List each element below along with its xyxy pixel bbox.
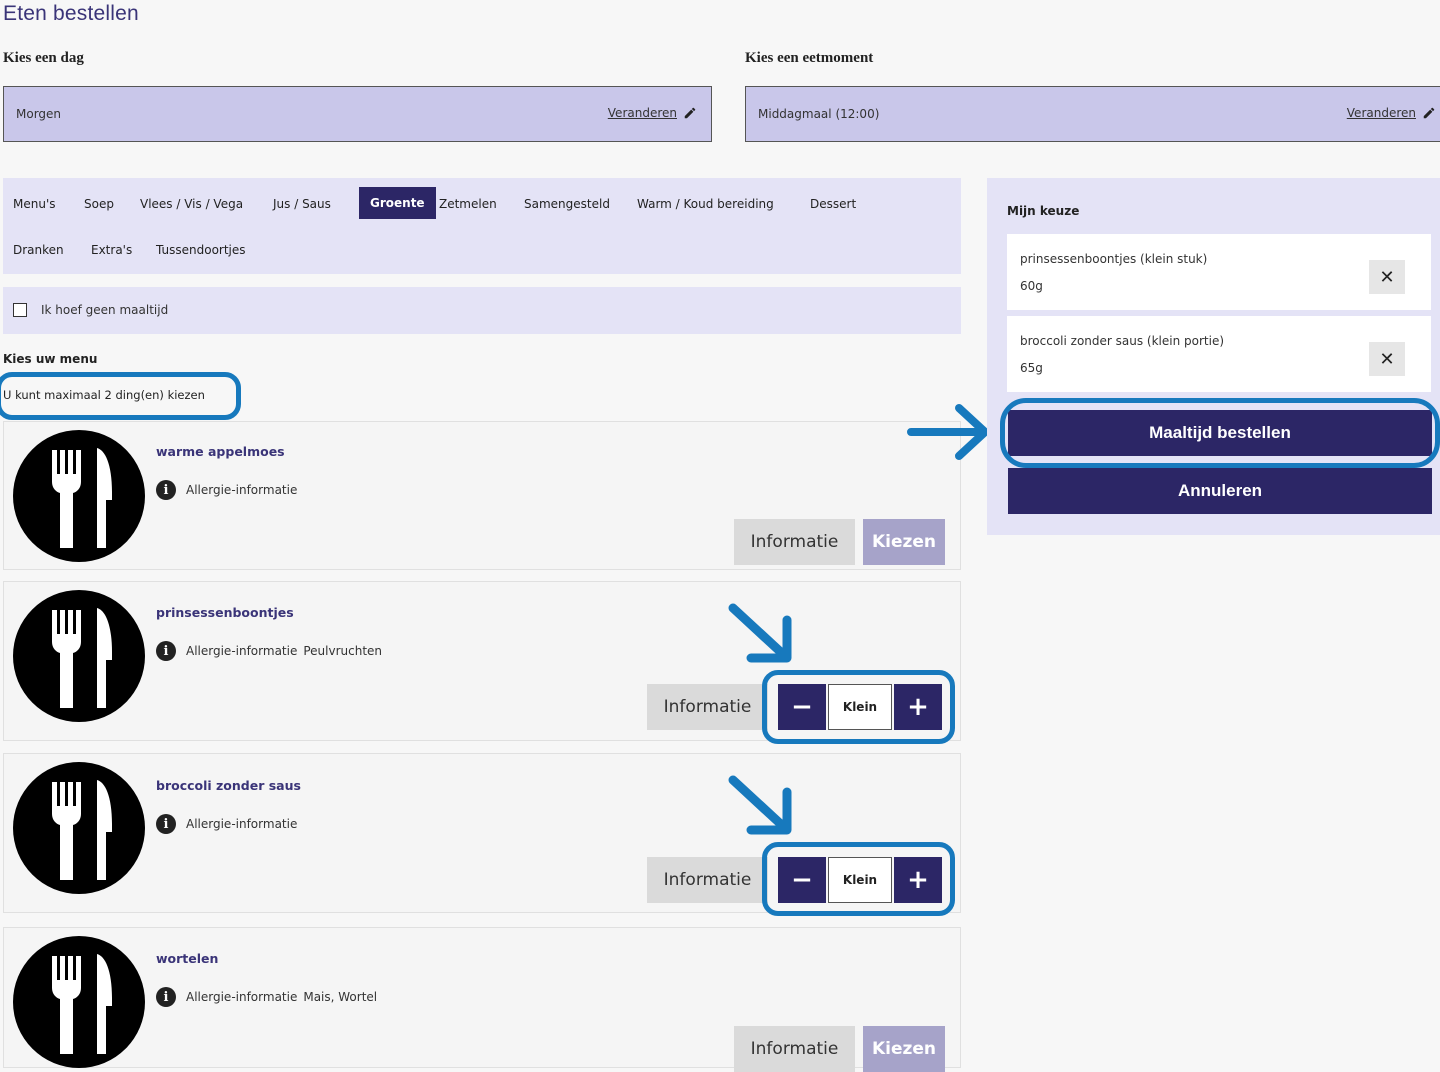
tab-extras[interactable]: Extra's [91,243,132,257]
allergy-row: i Allergie-informatie [156,480,297,500]
no-meal-checkbox[interactable] [13,303,27,317]
info-icon[interactable]: i [156,641,176,661]
moment-change-link[interactable]: Veranderen [1347,106,1436,120]
cutlery-icon [13,430,145,562]
choose-button[interactable]: Kiezen [863,519,945,565]
allergy-row: i Allergie-informatie Peulvruchten [156,641,382,661]
info-icon[interactable]: i [156,814,176,834]
highlight-order-button [1000,398,1440,468]
tab-menus[interactable]: Menu's [13,197,56,211]
allergy-row: i Allergie-informatie Mais, Wortel [156,987,377,1007]
info-icon[interactable]: i [156,480,176,500]
allergy-label: Allergie-informatie [186,483,298,497]
selected-item: prinsessenboontjes (klein stuk) 60g ✕ [1007,234,1431,310]
menu-item-card: warme appelmoes i Allergie-informatie In… [3,421,961,570]
cutlery-icon [13,762,145,894]
tab-dessert[interactable]: Dessert [810,197,856,211]
moment-value: Middagmaal (12:00) [758,107,880,121]
no-meal-label[interactable]: Ik hoef geen maaltijd [41,303,168,317]
day-change-label[interactable]: Veranderen [608,106,677,120]
item-name[interactable]: wortelen [156,951,218,966]
allergy-label: Allergie-informatie [186,817,298,831]
tab-vlees-vis-vega[interactable]: Vlees / Vis / Vega [140,197,243,211]
info-button[interactable]: Informatie [647,857,768,903]
allergy-tags: Peulvruchten [303,644,383,658]
tab-dranken[interactable]: Dranken [13,243,64,257]
tab-warm-koud[interactable]: Warm / Koud bereiding [637,197,774,211]
item-name[interactable]: prinsessenboontjes [156,605,294,620]
choose-button[interactable]: Kiezen [863,1026,945,1072]
category-tabs: Menu's Soep Vlees / Vis / Vega Jus / Sau… [3,178,961,274]
remove-icon[interactable]: ✕ [1369,342,1405,376]
moment-change-label[interactable]: Veranderen [1347,106,1416,120]
arrow-down-right-icon [728,775,792,835]
highlight-max-text [0,372,241,420]
pencil-icon [684,107,696,119]
item-name[interactable]: broccoli zonder saus [156,778,301,793]
cancel-button[interactable]: Annuleren [1008,468,1432,514]
selection-title: Mijn keuze [1007,204,1080,218]
menu-item-card: wortelen i Allergie-informatie Mais, Wor… [3,927,961,1072]
allergy-label: Allergie-informatie [186,990,298,1004]
tab-samengesteld[interactable]: Samengesteld [524,197,610,211]
tab-soep[interactable]: Soep [84,197,114,211]
tab-tussendoortjes[interactable]: Tussendoortjes [156,243,246,257]
tab-jus-saus[interactable]: Jus / Saus [273,197,331,211]
day-value: Morgen [16,107,62,121]
allergy-tags: Mais, Wortel [303,990,378,1004]
day-change-link[interactable]: Veranderen [608,106,697,120]
page-title: Eten bestellen [3,2,139,25]
tab-groente[interactable]: Groente [359,187,436,219]
selected-item-name: prinsessenboontjes (klein stuk) [1020,252,1208,266]
selected-item-name: broccoli zonder saus (klein portie) [1020,334,1225,348]
info-icon[interactable]: i [156,987,176,1007]
selected-item: broccoli zonder saus (klein portie) 65g … [1007,316,1431,392]
menu-heading: Kies uw menu [3,352,98,366]
allergy-label: Allergie-informatie [186,644,298,658]
selected-item-weight: 65g [1020,361,1043,375]
highlight-stepper [762,842,955,916]
pencil-icon [1423,107,1435,119]
no-meal-row: Ik hoef geen maaltijd [3,287,961,334]
arrow-down-right-icon [728,603,792,663]
selected-item-weight: 60g [1020,279,1043,293]
cutlery-icon [13,936,145,1068]
info-button[interactable]: Informatie [647,684,768,730]
info-button[interactable]: Informatie [734,1026,855,1072]
day-picker: Morgen Veranderen [3,86,712,142]
item-name[interactable]: warme appelmoes [156,444,285,459]
cutlery-icon [13,590,145,722]
arrow-right-icon [907,404,989,460]
moment-label: Kies een eetmoment [745,50,874,66]
day-label: Kies een dag [3,50,84,66]
allergy-row: i Allergie-informatie [156,814,297,834]
info-button[interactable]: Informatie [734,519,855,565]
highlight-stepper [762,670,955,744]
tab-zetmelen[interactable]: Zetmelen [439,197,497,211]
moment-picker: Middagmaal (12:00) Veranderen [745,86,1440,142]
remove-icon[interactable]: ✕ [1369,260,1405,294]
